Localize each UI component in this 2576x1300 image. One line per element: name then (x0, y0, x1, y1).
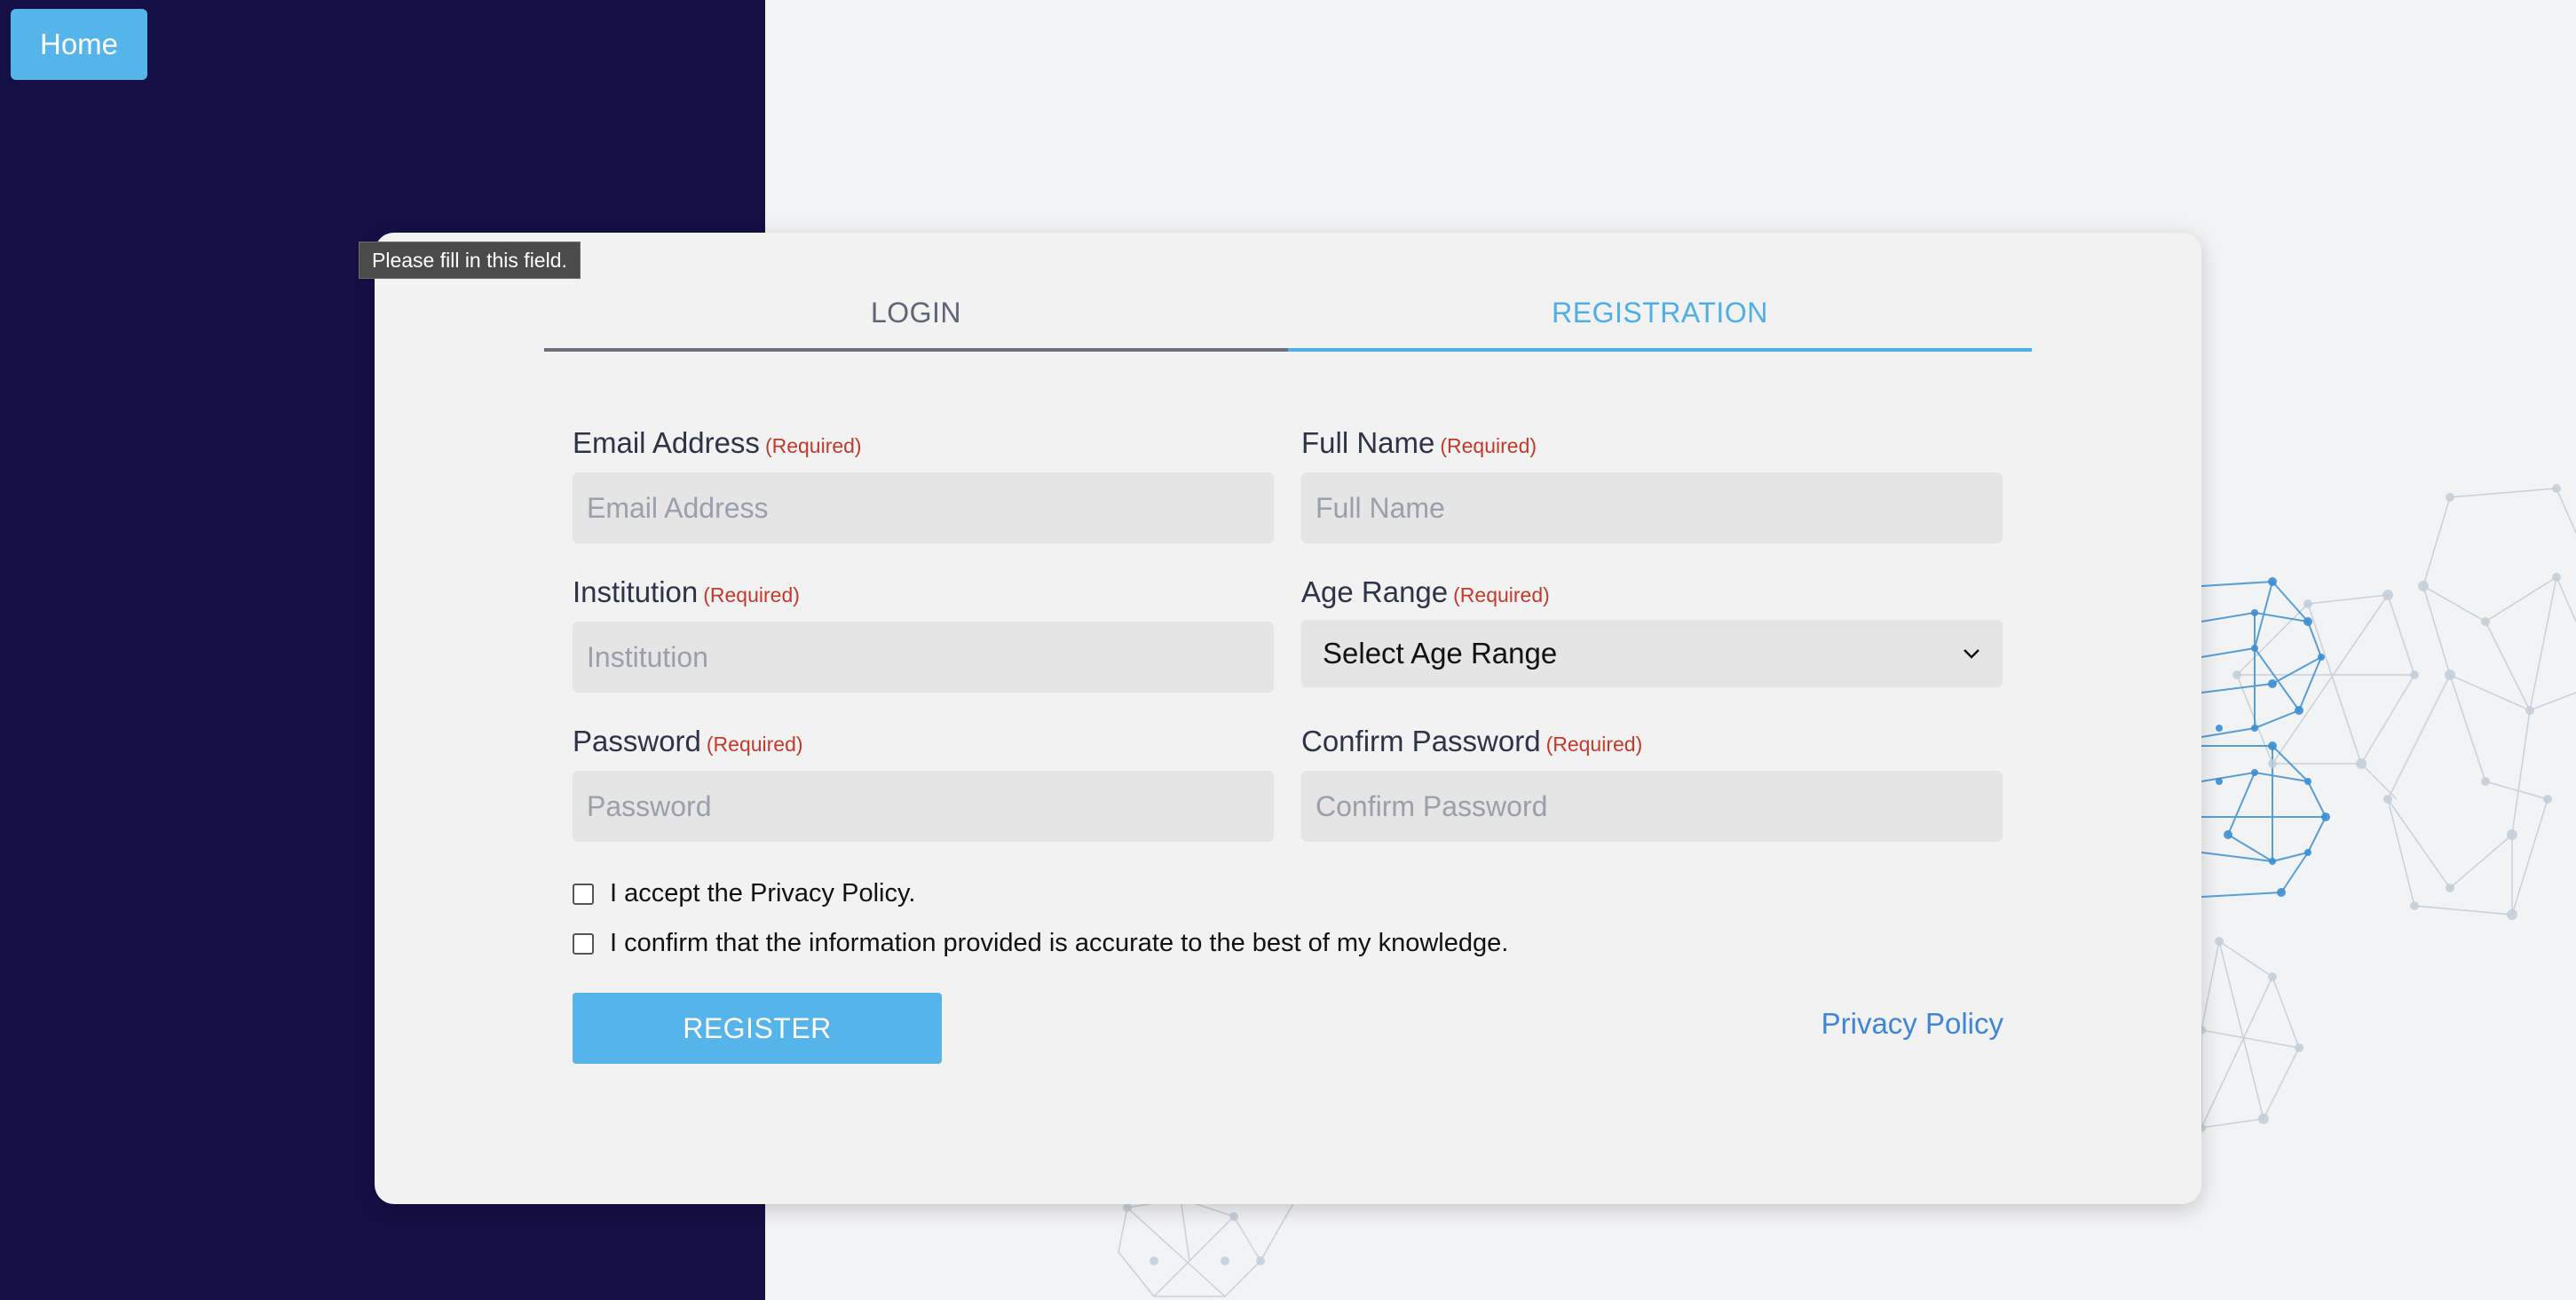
tab-login[interactable]: LOGIN (544, 277, 1288, 352)
register-button[interactable]: REGISTER (573, 993, 942, 1064)
email-field-group: Email Address (Required) (573, 426, 1274, 543)
age-range-label: Age Range (Required) (1301, 575, 2003, 611)
required-tag: (Required) (706, 733, 803, 756)
confirm-password-label: Confirm Password (Required) (1301, 725, 2003, 760)
full-name-label-text: Full Name (1301, 426, 1435, 459)
email-label-text: Email Address (573, 426, 760, 459)
accuracy-confirm-checkbox[interactable] (573, 932, 594, 955)
full-name-input[interactable] (1301, 472, 2003, 543)
required-tag: (Required) (703, 583, 800, 606)
registration-card: LOGIN REGISTRATION Email Address (Require… (375, 233, 2201, 1204)
privacy-consent-label: I accept the Privacy Policy. (610, 879, 916, 908)
password-label-text: Password (573, 725, 701, 757)
auth-tabs: LOGIN REGISTRATION (544, 277, 2032, 352)
validation-tooltip: Please fill in this field. (359, 242, 581, 279)
privacy-consent-checkbox[interactable] (573, 883, 594, 905)
confirm-password-field-group: Confirm Password (Required) (1301, 725, 2003, 842)
accuracy-confirm-label: I confirm that the information provided … (610, 929, 1509, 957)
confirm-password-label-text: Confirm Password (1301, 725, 1541, 757)
required-tag: (Required) (1453, 583, 1550, 606)
institution-label: Institution (Required) (573, 575, 1274, 611)
age-range-label-text: Age Range (1301, 575, 1449, 608)
required-tag: (Required) (764, 434, 862, 457)
tab-registration[interactable]: REGISTRATION (1288, 277, 2032, 352)
institution-input[interactable] (573, 622, 1274, 693)
email-input[interactable] (573, 472, 1274, 543)
password-input[interactable] (573, 771, 1274, 842)
email-label: Email Address (Required) (573, 426, 1274, 462)
required-tag: (Required) (1545, 733, 1643, 756)
age-range-selected-value: Select Age Range (1323, 637, 1558, 670)
confirm-password-input[interactable] (1301, 771, 2003, 842)
chevron-down-icon (1964, 649, 1979, 659)
institution-field-group: Institution (Required) (573, 575, 1274, 693)
privacy-policy-link[interactable]: Privacy Policy (1821, 1007, 2003, 1041)
accuracy-confirm-row: I confirm that the information provided … (573, 929, 1508, 958)
home-button[interactable]: Home (11, 9, 147, 80)
password-label: Password (Required) (573, 725, 1274, 760)
required-tag: (Required) (1440, 434, 1537, 457)
institution-label-text: Institution (573, 575, 699, 608)
age-range-select[interactable]: Select Age Range (1301, 620, 2003, 687)
full-name-field-group: Full Name (Required) (1301, 426, 2003, 543)
password-field-group: Password (Required) (573, 725, 1274, 842)
privacy-consent-row: I accept the Privacy Policy. (573, 879, 915, 908)
full-name-label: Full Name (Required) (1301, 426, 2003, 462)
age-range-field-group: Age Range (Required) Select Age Range (1301, 575, 2003, 687)
